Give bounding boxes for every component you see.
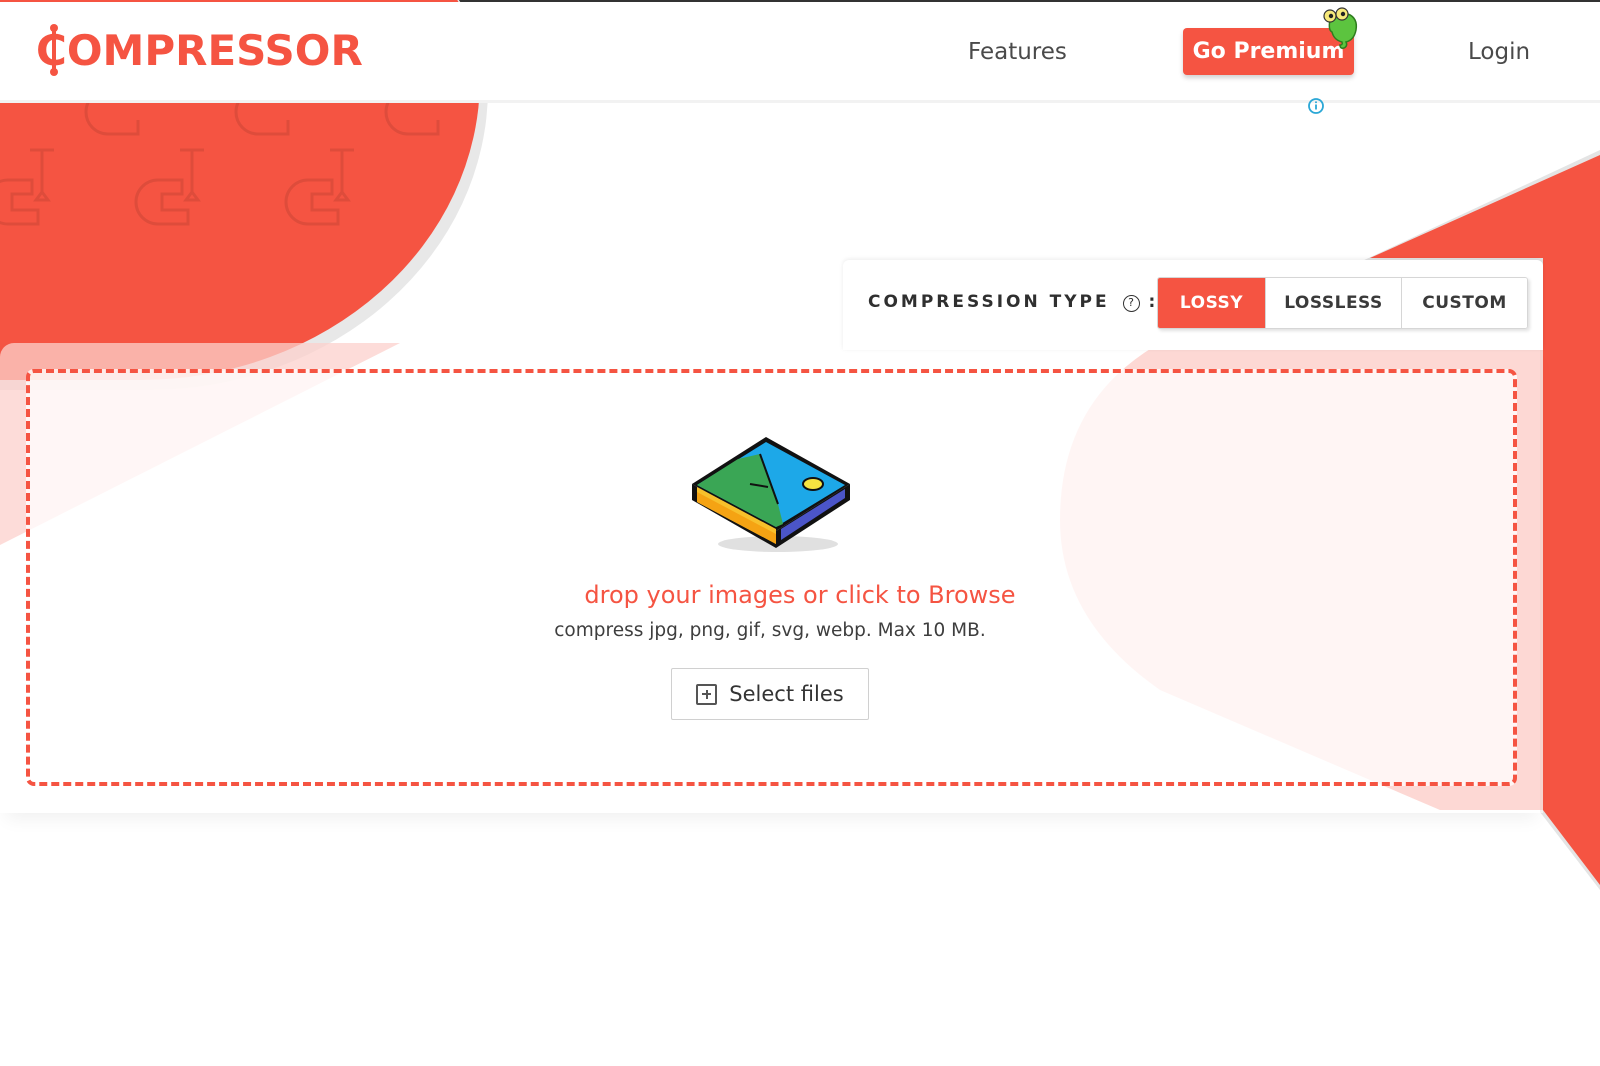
chameleon-mascot-icon: [1323, 7, 1358, 49]
dropzone-title[interactable]: drop your images or click to Browse: [0, 580, 1600, 610]
compression-type-toggle: LOSSY LOSSLESS CUSTOM: [1157, 277, 1528, 329]
compression-type-text: COMPRESSION TYPE: [868, 292, 1110, 312]
image-stack-icon: [692, 437, 850, 552]
nav-features-link[interactable]: Features: [968, 38, 1067, 66]
compression-type-panel: COMPRESSION TYPE ? : LOSSY LOSSLESS CUST…: [843, 260, 1543, 350]
select-files-label: Select files: [729, 682, 844, 706]
lossy-option[interactable]: LOSSY: [1158, 278, 1265, 328]
logo[interactable]: COMPRESSOR: [36, 28, 363, 74]
compression-type-label: COMPRESSION TYPE ? :: [868, 291, 1158, 313]
plus-square-icon: [696, 683, 718, 705]
dropzone-subtitle: compress jpg, png, gif, svg, webp. Max 1…: [554, 620, 986, 641]
ad-info-icon[interactable]: [1307, 97, 1325, 115]
lossless-option[interactable]: LOSSLESS: [1265, 278, 1401, 328]
help-icon[interactable]: ?: [1122, 295, 1140, 312]
upload-card: [0, 343, 1543, 813]
select-files-button[interactable]: Select files: [671, 668, 869, 720]
custom-option[interactable]: CUSTOM: [1401, 278, 1527, 328]
nav-login-link[interactable]: Login: [1468, 38, 1530, 66]
